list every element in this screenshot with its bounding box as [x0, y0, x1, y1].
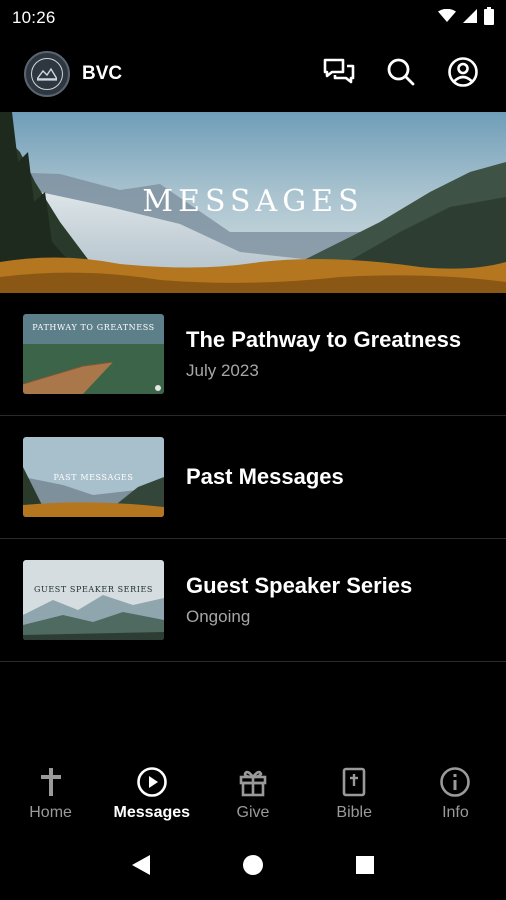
nav-label: Messages [113, 804, 191, 821]
account-button[interactable] [444, 55, 482, 93]
thumbnail-label: PAST MESSAGES [53, 473, 134, 482]
nav-messages[interactable]: Messages [101, 754, 202, 834]
item-text: Past Messages [186, 464, 344, 490]
back-button[interactable] [121, 847, 161, 887]
wifi-icon [438, 8, 456, 28]
nav-label: Bible [336, 804, 372, 821]
app-actions [320, 55, 482, 93]
battery-icon [484, 6, 494, 30]
list-item-pathway-to-greatness[interactable]: PATHWAY TO GREATNESS The Pathway to Grea… [0, 293, 506, 416]
item-title: Guest Speaker Series [186, 573, 413, 598]
gift-icon [237, 766, 269, 798]
thumbnail-past-messages: PAST MESSAGES [23, 437, 164, 517]
app-title: BVC [82, 63, 123, 84]
home-button[interactable] [233, 847, 273, 887]
chat-icon [323, 57, 355, 92]
status-bar: 10:26 [0, 0, 506, 36]
play-circle-icon [136, 766, 168, 798]
home-circle-icon [242, 854, 264, 881]
church-logo[interactable] [24, 51, 70, 97]
recents-button[interactable] [345, 847, 385, 887]
thumbnail-guest-speaker: GUEST SPEAKER SERIES [23, 560, 164, 640]
status-icons [438, 6, 494, 30]
cross-icon [35, 766, 67, 798]
back-triangle-icon [131, 854, 151, 881]
thumbnail-label: PATHWAY TO GREATNESS [32, 323, 155, 332]
account-icon [447, 56, 479, 93]
logo-emblem [31, 58, 63, 90]
system-nav-bar [0, 834, 506, 900]
thumbnail-label: GUEST SPEAKER SERIES [33, 585, 154, 594]
item-text: The Pathway to Greatness July 2023 [186, 327, 461, 381]
recents-square-icon [355, 855, 375, 880]
signal-icon [462, 8, 478, 29]
nav-give[interactable]: Give [202, 754, 303, 834]
hero-banner: MESSAGES [0, 112, 506, 293]
list-item-past-messages[interactable]: PAST MESSAGES Past Messages [0, 416, 506, 539]
list-item-guest-speaker-series[interactable]: GUEST SPEAKER SERIES Guest Speaker Serie… [0, 539, 506, 662]
item-text: Guest Speaker Series Ongoing [186, 573, 412, 627]
message-list: PATHWAY TO GREATNESS The Pathway to Grea… [0, 293, 506, 662]
nav-home[interactable]: Home [0, 754, 101, 834]
bible-icon [338, 766, 370, 798]
nav-label: Give [236, 804, 270, 821]
bottom-nav: Home Messages Give Bible Info [0, 754, 506, 834]
item-subtitle: July 2023 [186, 361, 259, 380]
item-subtitle: Ongoing [186, 607, 251, 626]
item-title: The Pathway to Greatness [186, 327, 462, 352]
status-time: 10:26 [12, 8, 56, 27]
search-button[interactable] [382, 55, 420, 93]
thumbnail-pathway: PATHWAY TO GREATNESS [23, 314, 164, 394]
chat-button[interactable] [320, 55, 358, 93]
app-bar: BVC [0, 36, 506, 112]
item-title: Past Messages [186, 464, 344, 489]
search-icon [386, 57, 416, 92]
nav-info[interactable]: Info [405, 754, 506, 834]
hero-title: MESSAGES [142, 184, 364, 219]
info-icon [439, 766, 471, 798]
nav-bible[interactable]: Bible [304, 754, 405, 834]
nav-label: Info [442, 804, 469, 821]
nav-label: Home [29, 804, 72, 821]
